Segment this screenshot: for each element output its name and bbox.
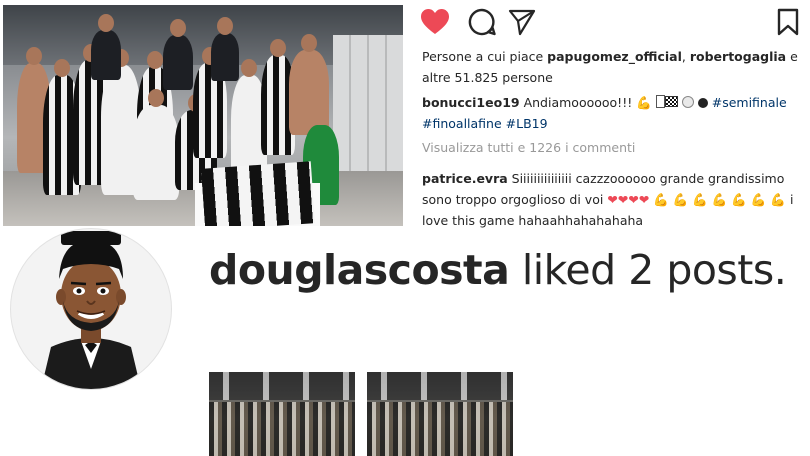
notification-action: liked 2 posts. [509,246,787,294]
likes-summary: Persone a cui piace papugomez_official, … [422,46,806,88]
comment-icon[interactable] [468,8,496,36]
hashtag-link[interactable]: #semifinale [712,95,787,110]
avatar[interactable] [10,228,172,390]
comment-username-link[interactable]: patrice.evra [422,171,508,186]
notification-text: douglascosta liked 2 posts. [209,246,787,294]
likes-separator: , [681,49,690,64]
white-circle-emoji [681,96,694,108]
caption-text: Andiamoooooo!!! [519,95,637,110]
jersey-flag [200,161,316,226]
liker-username-link[interactable]: papugomez_official [547,49,682,64]
hashtag-link[interactable]: #LB19 [506,116,548,131]
missing-emoji-box [655,95,665,108]
notification-username-link[interactable]: douglascosta [209,246,510,294]
team-photo [3,5,403,226]
flexed-biceps-emojis: 💪 💪 💪 💪 💪 💪 [672,192,787,207]
liked-post-thumbnail[interactable] [209,372,355,456]
flexed-biceps-emoji: 💪 [636,95,652,110]
likes-prefix: Persone a cui piace [422,49,548,64]
bookmark-icon[interactable] [777,8,799,36]
liker-username-link[interactable]: robertogaglia [690,49,786,64]
red-heart-emojis: ❤❤❤❤ [607,192,650,207]
action-bar [420,8,805,38]
black-circle-emoji [697,98,708,108]
instagram-post-panel: Persone a cui piace papugomez_official, … [420,0,810,228]
liked-post-thumbnail[interactable] [367,372,513,456]
hashtag-link[interactable]: #finoallafine [422,116,502,131]
heart-icon[interactable] [420,8,450,36]
checkered-flag-emoji [664,96,678,107]
paper-plane-icon[interactable] [508,8,536,36]
caption-username-link[interactable]: bonucci1eo19 [422,95,520,110]
comment: patrice.evra Siiiiiiiiiiiiiii cazzzooooo… [422,168,806,231]
post-caption: bonucci1eo19 Andiamoooooo!!! 💪 #semifina… [422,92,806,134]
flexed-biceps-emoji: 💪 [653,192,669,207]
view-all-comments-link[interactable]: Visualizza tutti e 1226 i commenti [422,140,635,155]
